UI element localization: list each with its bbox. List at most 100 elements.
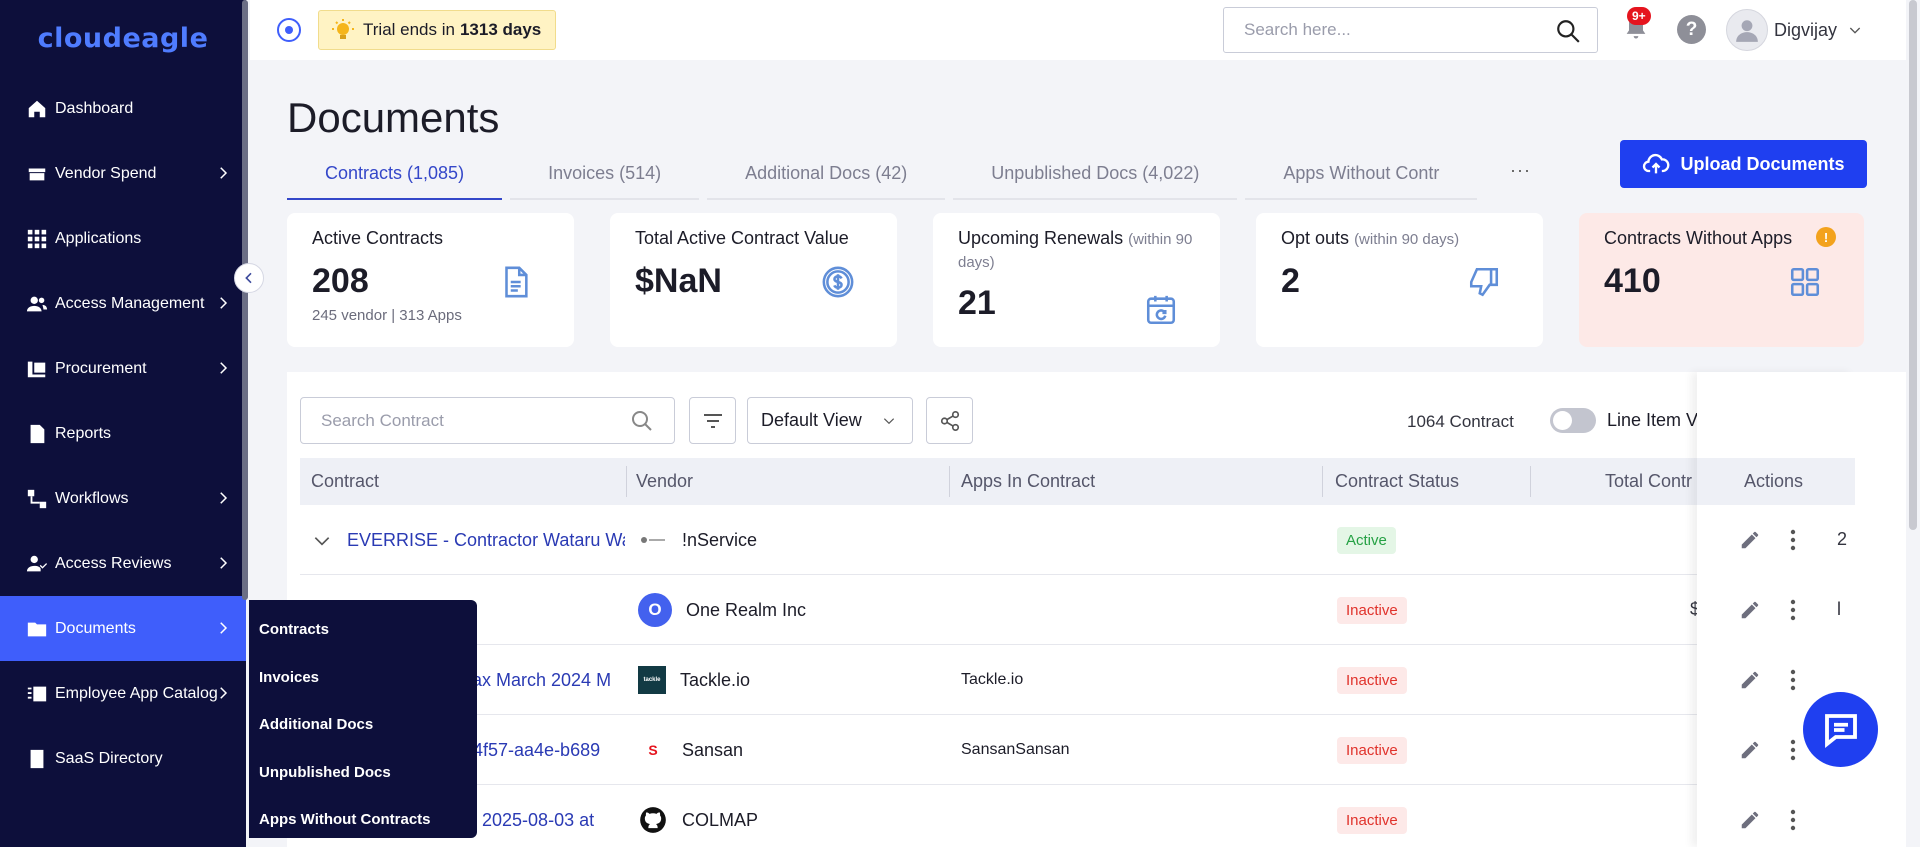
row-kebab-icon[interactable]	[1790, 599, 1800, 623]
sidebar-item-saas-directory[interactable]: SaaS Directory	[0, 726, 246, 791]
submenu-item-unpublished-docs[interactable]: Unpublished Docs	[249, 749, 477, 797]
row-kebab-icon[interactable]	[1790, 669, 1800, 693]
tab-additional-docs[interactable]: Additional Docs (42)	[707, 148, 946, 200]
upload-documents-button[interactable]: Upload Documents	[1620, 140, 1867, 188]
contract-search-input[interactable]: Search Contract	[300, 397, 675, 444]
status-badge: Inactive	[1337, 806, 1407, 834]
sidebar-item-employee-app-catalog[interactable]: Employee App Catalog	[0, 661, 246, 726]
share-button[interactable]	[926, 397, 973, 444]
tab-apps-without-contracts[interactable]: Apps Without Contr	[1245, 148, 1478, 200]
card-contracts-without-apps[interactable]: Contracts Without Apps 410 !	[1579, 213, 1864, 347]
edit-icon[interactable]	[1739, 599, 1763, 623]
search-placeholder: Search Contract	[321, 410, 444, 430]
column-header-contract[interactable]: Contract	[311, 458, 379, 505]
vendor-cell: tackle Tackle.io	[638, 645, 938, 715]
contract-name[interactable]: e 2025-08-03 at	[467, 785, 625, 847]
vendor-name: COLMAP	[682, 809, 759, 830]
column-header-total[interactable]: Total Contr	[1605, 458, 1692, 505]
tab-unpublished-docs[interactable]: Unpublished Docs (4,022)	[953, 148, 1238, 200]
calendar-refresh-icon	[1144, 293, 1178, 327]
help-icon[interactable]: ?	[1677, 15, 1706, 44]
sidebar-item-vendor-spend[interactable]: Vendor Spend	[0, 141, 246, 206]
submenu-item-contracts[interactable]: Contracts	[249, 606, 477, 654]
row-kebab-icon[interactable]	[1790, 739, 1800, 763]
tab-contracts[interactable]: Contracts (1,085)	[287, 148, 503, 200]
target-icon[interactable]	[276, 17, 302, 43]
clipped-cell: 2	[1837, 529, 1848, 549]
github-icon	[638, 805, 668, 835]
view-select[interactable]: Default View	[747, 397, 913, 444]
vendor-logo: O	[638, 593, 672, 627]
folder-icon	[25, 617, 49, 641]
chevron-down-icon[interactable]	[312, 531, 332, 551]
chevron-down-icon	[1847, 22, 1863, 38]
global-search-input[interactable]: Search here...	[1223, 7, 1598, 53]
tab-invoices[interactable]: Invoices (514)	[510, 148, 700, 200]
contract-count: 1064 Contract	[1407, 412, 1514, 431]
sidebar-item-procurement[interactable]: Procurement	[0, 336, 246, 401]
edit-icon[interactable]	[1739, 669, 1763, 693]
more-tabs-button[interactable]: ···	[1510, 160, 1531, 181]
edit-icon[interactable]	[1739, 809, 1763, 833]
vendor-logo: tackle	[638, 666, 666, 694]
column-header-status[interactable]: Contract Status	[1335, 458, 1459, 505]
contract-name[interactable]: tax March 2024 M	[467, 645, 625, 715]
sidebar-item-workflows[interactable]: Workflows	[0, 466, 246, 531]
edit-icon[interactable]	[1739, 529, 1763, 553]
status-badge: Inactive	[1337, 736, 1407, 764]
sidebar-item-access-management[interactable]: Access Management	[0, 271, 246, 336]
sidebar-item-label: Workflows	[55, 489, 129, 507]
table-row[interactable]: tax March 2024 M tackle Tackle.io Tackle…	[300, 645, 1855, 715]
chevron-down-icon	[883, 418, 895, 425]
card-total-active-contract-value[interactable]: Total Active Contract Value $NaN	[610, 213, 897, 347]
user-menu[interactable]: Digvijay	[1726, 8, 1863, 52]
filter-button[interactable]	[689, 397, 736, 444]
sidebar-item-label: Documents	[55, 619, 136, 637]
column-divider[interactable]	[1322, 466, 1323, 497]
sidebar-scrollbar[interactable]	[242, 0, 248, 600]
submenu-item-invoices[interactable]: Invoices	[249, 654, 477, 702]
table-row[interactable]: e 2025-08-03 at COLMAP Inactive	[300, 785, 1855, 847]
card-active-contracts[interactable]: Active Contracts 208 245 vendor | 313 Ap…	[287, 213, 574, 347]
column-header-apps[interactable]: Apps In Contract	[961, 458, 1095, 505]
vendor-name: One Realm Inc	[686, 599, 807, 620]
sidebar-item-applications[interactable]: Applications	[0, 206, 246, 271]
submenu-item-additional-docs[interactable]: Additional Docs	[249, 701, 477, 749]
row-kebab-icon[interactable]	[1790, 809, 1800, 833]
brand-logo[interactable]: cloudeagle	[0, 0, 246, 76]
column-divider[interactable]	[949, 466, 950, 497]
column-divider[interactable]	[626, 466, 627, 497]
summary-cards: Active Contracts 208 245 vendor | 313 Ap…	[287, 213, 1864, 347]
apps-cell: SansanSansan	[961, 741, 1070, 758]
avatar	[1726, 9, 1768, 51]
line-item-view-toggle[interactable]	[1550, 408, 1596, 433]
column-divider[interactable]	[1530, 466, 1531, 497]
status-cell: Inactive	[1337, 715, 1407, 785]
chat-support-button[interactable]	[1803, 692, 1878, 767]
column-header-vendor[interactable]: Vendor	[636, 458, 693, 505]
vendor-cell: S Sansan	[638, 715, 938, 785]
sidebar-item-label: Applications	[55, 229, 142, 247]
sidebar-nav: Dashboard Vendor Spend Applications Acce…	[0, 76, 246, 791]
sidebar-item-documents[interactable]: Documents	[0, 596, 246, 661]
table-row[interactable]: EVERRISE - Contractor Wataru Wa !nServic…	[300, 505, 1855, 575]
table-row[interactable]: O One Realm Inc Inactive $	[300, 575, 1855, 645]
page-scrollbar[interactable]	[1906, 0, 1920, 847]
sidebar-item-reports[interactable]: Reports	[0, 401, 246, 466]
sidebar: cloudeagle Dashboard Vendor Spend Applic…	[0, 0, 248, 847]
scrollbar-thumb[interactable]	[1909, 0, 1917, 530]
submenu-item-apps-without-contracts[interactable]: Apps Without Contracts	[249, 796, 477, 844]
sidebar-item-dashboard[interactable]: Dashboard	[0, 76, 246, 141]
table-row[interactable]: -4f57-aa4e-b689 S Sansan SansanSansan In…	[300, 715, 1855, 785]
chevron-right-icon	[214, 164, 232, 182]
edit-icon[interactable]	[1739, 739, 1763, 763]
collapse-sidebar-button[interactable]	[234, 263, 264, 293]
search-icon[interactable]	[1555, 18, 1581, 44]
contract-name[interactable]: EVERRISE - Contractor Wataru Wa	[347, 505, 625, 575]
card-upcoming-renewals[interactable]: Upcoming Renewals (within 90 days) 21	[933, 213, 1220, 347]
sidebar-item-label: Access Reviews	[55, 554, 172, 572]
contract-name[interactable]: -4f57-aa4e-b689	[467, 715, 625, 785]
card-opt-outs[interactable]: Opt outs (within 90 days) 2	[1256, 213, 1543, 347]
sidebar-item-access-reviews[interactable]: Access Reviews	[0, 531, 246, 596]
row-kebab-icon[interactable]	[1790, 529, 1800, 553]
